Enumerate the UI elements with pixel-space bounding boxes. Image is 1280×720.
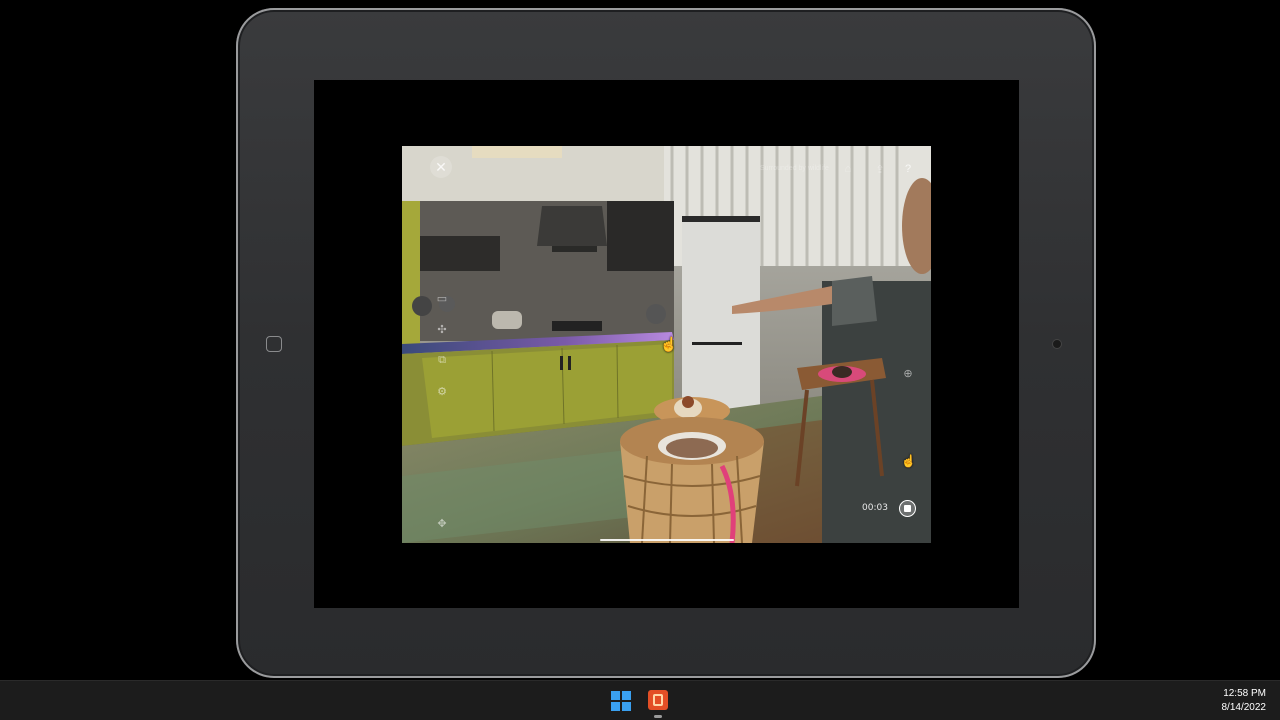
- settings-icon[interactable]: ⚙: [435, 384, 449, 398]
- frame-icon[interactable]: ▭: [435, 291, 449, 305]
- target-icon[interactable]: ⊕: [901, 366, 915, 380]
- stop-recording-button[interactable]: [899, 500, 916, 517]
- taskbar: 12:58 PM 8/14/2022: [0, 680, 1280, 720]
- ar-caption: Surrounded by wildlife: [760, 165, 829, 172]
- windows-start-icon[interactable]: [611, 691, 631, 711]
- system-clock[interactable]: 12:58 PM 8/14/2022: [1222, 687, 1267, 715]
- front-camera: [1053, 340, 1061, 348]
- clock-date: 8/14/2022: [1221, 702, 1267, 713]
- running-indicator: [654, 715, 662, 718]
- recording-timer: 00:03: [862, 503, 888, 513]
- help-button[interactable]: ?: [900, 161, 916, 177]
- hand-gesture-icon: ☝: [901, 454, 916, 468]
- hand-cursor-icon: ☝: [660, 336, 678, 352]
- stop-icon: [904, 505, 911, 512]
- move-icon[interactable]: ✥: [435, 516, 449, 530]
- close-icon[interactable]: ✕: [430, 156, 452, 178]
- move-arrows-icon[interactable]: ✣: [435, 322, 449, 336]
- app-icon[interactable]: [648, 690, 668, 710]
- home-icon[interactable]: ⌂: [840, 161, 856, 177]
- copy-icon[interactable]: ⧉: [435, 353, 449, 367]
- clock-time: 12:58 PM: [1223, 688, 1266, 699]
- share-icon[interactable]: ⇪: [872, 161, 888, 177]
- tablet-home-button[interactable]: [266, 336, 282, 352]
- home-indicator[interactable]: [600, 539, 734, 541]
